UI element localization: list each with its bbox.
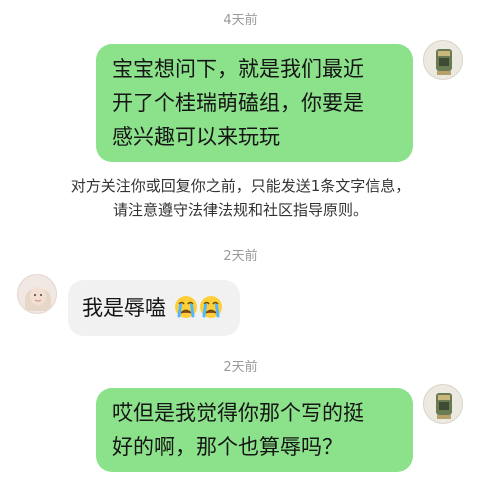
self-avatar-image [424, 41, 462, 79]
self-avatar[interactable] [423, 384, 463, 424]
message-line: 宝宝想问下，就是我们最近 [112, 57, 364, 81]
crying-face-icon [174, 296, 197, 318]
notice-line: 请注意遵守法律法规和社区指导原则。 [112, 201, 368, 219]
message-text: 我是辱嗑 [82, 296, 166, 320]
message-bubble-outgoing[interactable]: 哎但是我觉得你那个写的挺 好的啊，那个也算辱吗？ [96, 388, 413, 472]
self-avatar[interactable] [423, 40, 463, 80]
notice-line: 对方关注你或回复你之前，只能发送1条文字信息， [70, 177, 411, 195]
other-avatar[interactable] [17, 274, 57, 314]
crying-face-icon [199, 296, 222, 318]
self-avatar-image [424, 385, 462, 423]
timestamp: 2天前 [223, 249, 258, 264]
system-notice: 对方关注你或回复你之前，只能发送1条文字信息， 请注意遵守法律法规和社区指导原则… [0, 174, 481, 222]
timestamp: 2天前 [223, 360, 258, 375]
timestamp: 4天前 [223, 13, 258, 28]
message-line: 哎但是我觉得你那个写的挺 [112, 401, 364, 425]
message-bubble-outgoing[interactable]: 宝宝想问下，就是我们最近 开了个桂瑞萌磕组，你要是 感兴趣可以来玩玩 [96, 44, 413, 162]
other-avatar-image [18, 275, 56, 313]
message-line: 好的啊，那个也算辱吗？ [112, 435, 343, 459]
message-line: 感兴趣可以来玩玩 [112, 125, 280, 149]
message-bubble-incoming[interactable]: 我是辱嗑 [68, 280, 240, 336]
message-line: 开了个桂瑞萌磕组，你要是 [112, 91, 364, 115]
